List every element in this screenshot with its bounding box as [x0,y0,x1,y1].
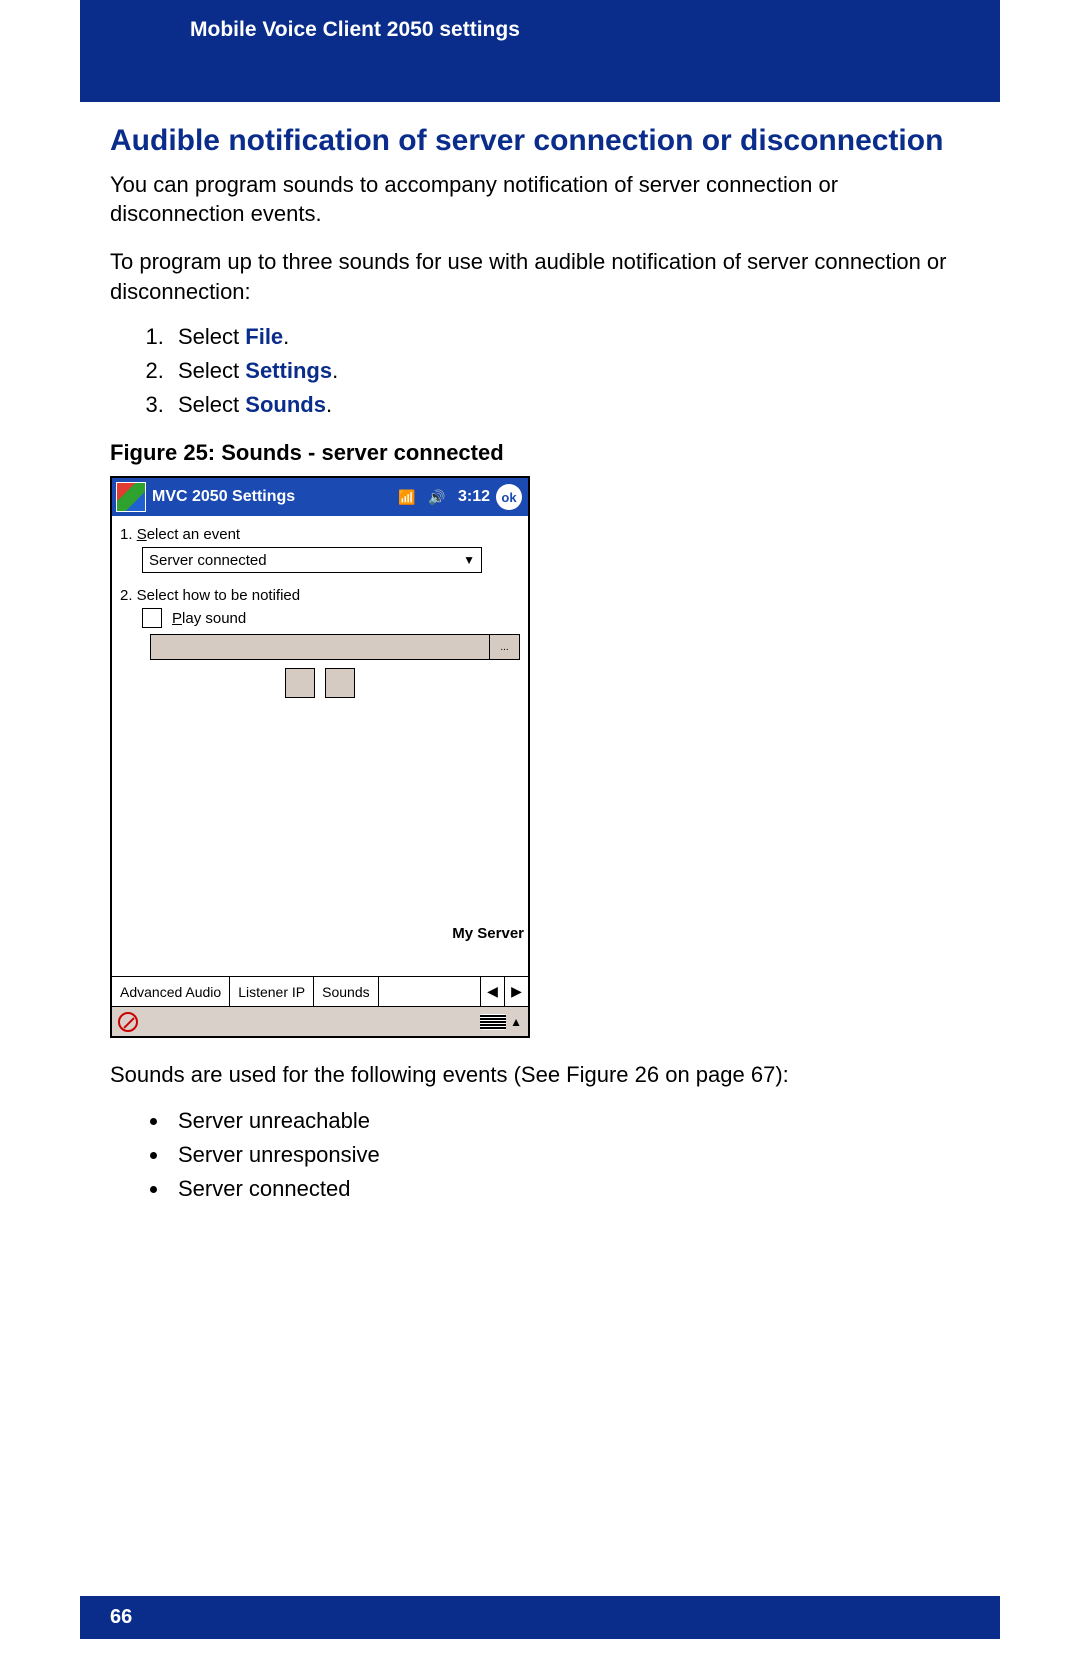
pda-tabstrip: Advanced Audio Listener IP Sounds ◀ ▶ [112,976,528,1006]
play-sound-row: Play sound [142,608,520,628]
pda-body: 1. Select an event Server connected ▼ 2.… [112,516,528,976]
browse-button[interactable]: ... [490,634,520,660]
pda-bottombar: ▲ [112,1006,528,1036]
pda-app-title: MVC 2050 Settings [152,488,295,506]
event-unreachable: Server unreachable [170,1108,970,1134]
header-bar: Mobile Voice Client 2050 settings [80,0,1000,102]
link-file: File [245,324,283,349]
signal-icon[interactable]: 📶 [396,486,418,508]
steps-list: Select File. Select Settings. Select Sou… [110,324,970,418]
tab-scroll-left[interactable]: ◀ [480,977,504,1006]
step2-label: 2. Select how to be notified [120,587,520,604]
play-sound-label: Play sound [172,610,246,627]
event-dropdown[interactable]: Server connected ▼ [142,547,482,573]
play-sound-checkbox[interactable] [142,608,162,628]
header-title: Mobile Voice Client 2050 settings [190,18,520,41]
step-1: Select File. [170,324,970,350]
step1-label: 1. Select an event [120,526,520,543]
intro-paragraph-2: To program up to three sounds for use wi… [110,247,970,306]
windows-flag-icon[interactable] [116,482,146,512]
tab-scroll-right[interactable]: ▶ [504,977,528,1006]
link-sounds: Sounds [245,392,326,417]
event-unresponsive: Server unresponsive [170,1142,970,1168]
step-2: Select Settings. [170,358,970,384]
stop-button[interactable] [325,668,355,698]
pda-screenshot: MVC 2050 Settings 📶 🔊 3:12 ok 1. Select … [110,476,530,1038]
after-figure-text: Sounds are used for the following events… [110,1060,970,1090]
pda-titlebar: MVC 2050 Settings 📶 🔊 3:12 ok [112,478,528,516]
events-list: Server unreachable Server unresponsive S… [110,1108,970,1202]
page-number: 66 [110,1606,132,1628]
ok-button[interactable]: ok [496,484,522,510]
clock-time: 3:12 [458,488,490,506]
sip-up-icon[interactable]: ▲ [510,1015,522,1029]
keyboard-icon[interactable] [480,1014,506,1030]
tab-listener-ip[interactable]: Listener IP [230,977,314,1006]
speaker-icon[interactable]: 🔊 [426,486,448,508]
event-connected: Server connected [170,1176,970,1202]
tab-sounds[interactable]: Sounds [314,977,378,1006]
footer-bar: 66 [80,1596,1000,1639]
section-title: Audible notification of server connectio… [110,122,970,160]
figure-caption: Figure 25: Sounds - server connected [110,440,970,466]
event-dropdown-value: Server connected [149,552,267,569]
my-server-label: My Server [452,925,524,942]
intro-paragraph-1: You can program sounds to accompany noti… [110,170,970,229]
play-button[interactable] [285,668,315,698]
no-entry-icon[interactable] [118,1012,138,1032]
sound-file-field[interactable] [150,634,490,660]
chevron-down-icon: ▼ [463,553,475,567]
step-3: Select Sounds. [170,392,970,418]
tab-advanced-audio[interactable]: Advanced Audio [112,977,230,1006]
link-settings: Settings [245,358,332,383]
